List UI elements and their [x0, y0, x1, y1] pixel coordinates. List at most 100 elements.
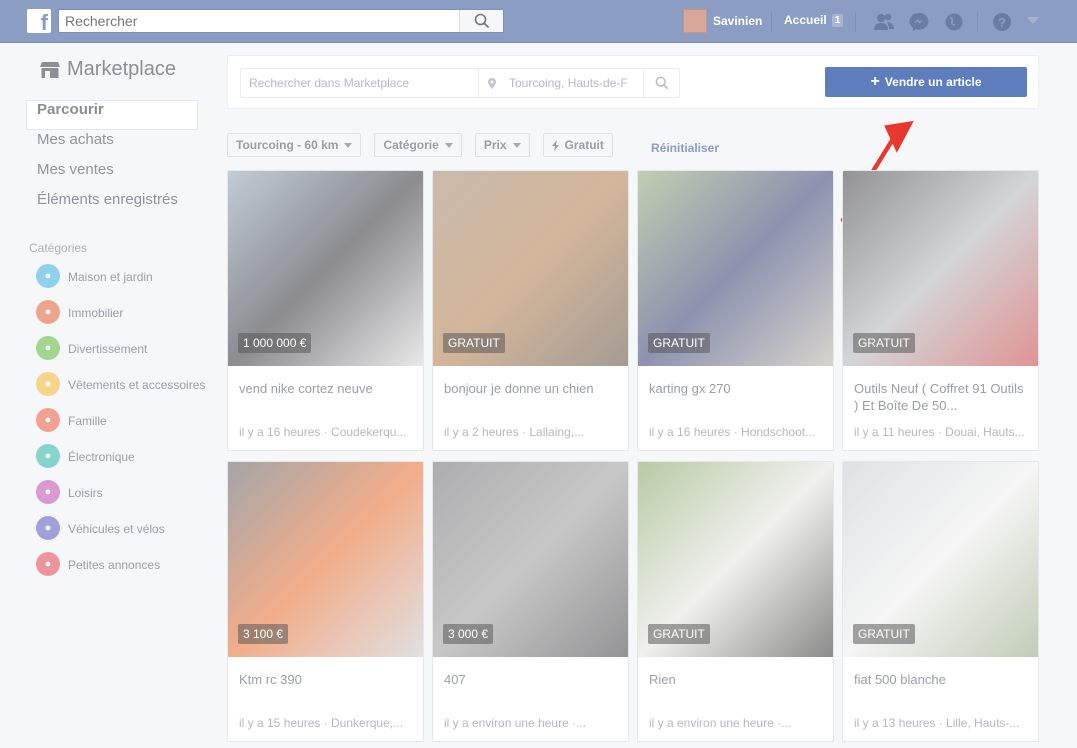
- phone-icon: ●: [36, 444, 60, 468]
- listing-title[interactable]: Ktm rc 390: [239, 671, 414, 688]
- gift-icon: ●: [36, 552, 60, 576]
- listing-card[interactable]: GRATUIT bonjour je donne un chien il y a 2…: [432, 170, 629, 451]
- listing-title[interactable]: vend nike cortez neuve: [239, 380, 414, 397]
- price-filter[interactable]: Prix: [474, 133, 530, 157]
- listing-price-badge: GRATUIT: [853, 333, 915, 353]
- listing-card[interactable]: 3 100 € Ktm rc 390 il y a 15 heures · Dunk…: [227, 461, 424, 742]
- listings-grid: 1 000 000 € vend nike cortez neuve il y a …: [227, 170, 1039, 742]
- listing-price-badge: GRATUIT: [853, 624, 915, 644]
- facebook-logo[interactable]: f: [27, 9, 51, 33]
- top-bar: f Savinien Accueil 1 ?: [0, 0, 1077, 43]
- category-item[interactable]: ● Vêtements et accessoires: [36, 372, 206, 396]
- category-item[interactable]: ● Famille: [36, 408, 206, 432]
- category-filter-label: Catégorie: [383, 138, 439, 152]
- marketplace-search-box[interactable]: Rechercher dans Marketplace Tourcoing, H…: [240, 68, 680, 98]
- listing-meta: il y a 16 heures · Coudekerqu...: [239, 425, 407, 439]
- category-item[interactable]: ● Petites annonces: [36, 552, 206, 576]
- marketplace-search-input[interactable]: Rechercher dans Marketplace: [249, 76, 409, 90]
- listing-price-badge: GRATUIT: [648, 333, 710, 353]
- listing-price-badge: 3 000 €: [443, 624, 494, 644]
- top-search-input[interactable]: [59, 10, 459, 32]
- listing-price-badge: GRATUIT: [648, 624, 710, 644]
- lightning-icon: [551, 139, 559, 151]
- friend-requests-icon[interactable]: [873, 12, 895, 32]
- home-link[interactable]: Accueil 1: [784, 13, 844, 27]
- listing-card[interactable]: 1 000 000 € vend nike cortez neuve il y a …: [227, 170, 424, 451]
- category-item[interactable]: ● Électronique: [36, 444, 206, 468]
- listing-title[interactable]: Outils Neuf ( Coffret 91 Outils ) Et Boî…: [854, 380, 1029, 414]
- category-filter[interactable]: Catégorie: [374, 133, 462, 157]
- help-icon[interactable]: ?: [991, 12, 1013, 32]
- category-item[interactable]: ● Véhicules et vélos: [36, 516, 206, 540]
- store-icon: [40, 61, 60, 78]
- sell-item-button[interactable]: + Vendre un article: [825, 67, 1027, 97]
- category-item[interactable]: ● Divertissement: [36, 336, 206, 360]
- category-label: Immobilier: [68, 306, 124, 320]
- messenger-icon[interactable]: [908, 12, 930, 32]
- search-icon: [655, 76, 668, 90]
- location-pin-icon: [488, 78, 496, 89]
- marketplace-search-button[interactable]: [643, 69, 679, 97]
- listing-card[interactable]: GRATUIT karting gx 270 il y a 16 heures · …: [637, 170, 834, 451]
- listing-title[interactable]: 407: [444, 671, 619, 688]
- categories-list: ● Maison et jardin ● Immobilier ● Divertissem…: [36, 264, 206, 588]
- category-label: Véhicules et vélos: [68, 522, 165, 536]
- category-label: Loisirs: [68, 486, 103, 500]
- category-label: Maison et jardin: [68, 270, 153, 284]
- home-label: Accueil: [784, 13, 827, 27]
- user-name: Savinien: [713, 14, 763, 28]
- category-item[interactable]: ● Maison et jardin: [36, 264, 206, 288]
- listing-title[interactable]: karting gx 270: [649, 380, 824, 397]
- nav-item-mes-ventes[interactable]: Mes ventes: [26, 160, 198, 190]
- avatar: [683, 9, 707, 33]
- sidebar-title[interactable]: Marketplace: [40, 58, 176, 81]
- listing-meta: il y a 15 heures · Dunkerque,...: [239, 716, 404, 730]
- svg-text:?: ?: [998, 15, 1006, 30]
- top-search-button[interactable]: [459, 10, 503, 32]
- category-label: Famille: [68, 414, 107, 428]
- divider: [771, 12, 772, 32]
- free-filter[interactable]: Gratuit: [542, 133, 613, 157]
- listing-meta: il y a environ une heure ·...: [444, 716, 587, 730]
- divider: [855, 12, 856, 32]
- category-item[interactable]: ● Immobilier: [36, 300, 206, 324]
- nav-item-mes-achats[interactable]: Mes achats: [26, 130, 198, 160]
- plus-icon: +: [870, 73, 880, 90]
- divider: [977, 12, 978, 32]
- category-label: Divertissement: [68, 342, 148, 356]
- home-count-badge: 1: [831, 13, 844, 27]
- listing-title[interactable]: bonjour je donne un chien: [444, 380, 619, 397]
- listing-card[interactable]: GRATUIT fiat 500 blanche il y a 13 heures …: [842, 461, 1039, 742]
- profile-link[interactable]: Savinien: [683, 8, 762, 34]
- listing-title[interactable]: fiat 500 blanche: [854, 671, 1029, 688]
- caret-down-icon: [444, 142, 453, 148]
- category-label: Électronique: [68, 450, 135, 464]
- free-filter-label: Gratuit: [564, 138, 604, 152]
- nav-item-parcourir[interactable]: Parcourir: [26, 100, 198, 130]
- listing-card[interactable]: 3 000 € 407 il y a environ une heure ·...: [432, 461, 629, 742]
- car-icon: ●: [36, 516, 60, 540]
- listing-price-badge: 1 000 000 €: [238, 333, 312, 353]
- reset-filters-link[interactable]: Réinitialiser: [651, 141, 719, 155]
- heart-icon: ●: [36, 408, 60, 432]
- listing-title[interactable]: Rien: [649, 671, 824, 688]
- category-item[interactable]: ● Loisirs: [36, 480, 206, 504]
- listing-meta: il y a 13 heures · Lille, Hauts-...: [854, 716, 1020, 730]
- listing-card[interactable]: GRATUIT Outils Neuf ( Coffret 91 Outils )…: [842, 170, 1039, 451]
- filter-bar: Tourcoing - 60 km Catégorie Prix Gratuit: [227, 133, 613, 157]
- account-menu-chevron-icon[interactable]: [1027, 17, 1039, 24]
- guitar-icon: ●: [36, 480, 60, 504]
- listing-card[interactable]: GRATUIT Rien il y a environ une heure ·...: [637, 461, 834, 742]
- notifications-globe-icon[interactable]: [943, 12, 965, 32]
- categories-heading: Catégories: [29, 241, 88, 255]
- listing-meta: il y a 16 heures · Hondschoot...: [649, 425, 816, 439]
- nav-item-elements-enregistres[interactable]: Éléments enregistrés: [26, 190, 198, 220]
- caret-down-icon: [512, 142, 521, 148]
- house-icon: ●: [36, 264, 60, 288]
- sell-item-label: Vendre un article: [884, 75, 982, 89]
- location-input[interactable]: Tourcoing, Hauts-de-F: [478, 69, 643, 97]
- top-search-box[interactable]: [58, 9, 504, 33]
- location-filter[interactable]: Tourcoing - 60 km: [227, 133, 362, 157]
- listing-price-badge: GRATUIT: [443, 333, 505, 353]
- search-icon: [474, 13, 489, 29]
